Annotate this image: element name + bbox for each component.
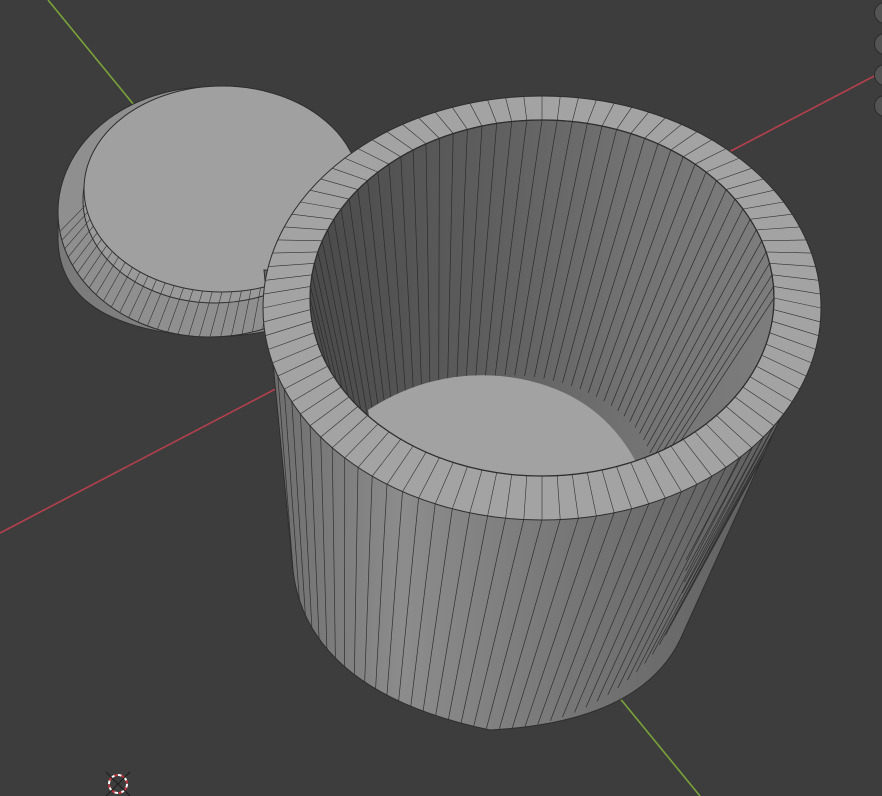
3d-cursor-icon[interactable] xyxy=(105,771,131,796)
3d-viewport[interactable] xyxy=(0,0,882,796)
cup-object[interactable] xyxy=(262,95,822,731)
scene-canvas[interactable] xyxy=(0,0,882,796)
